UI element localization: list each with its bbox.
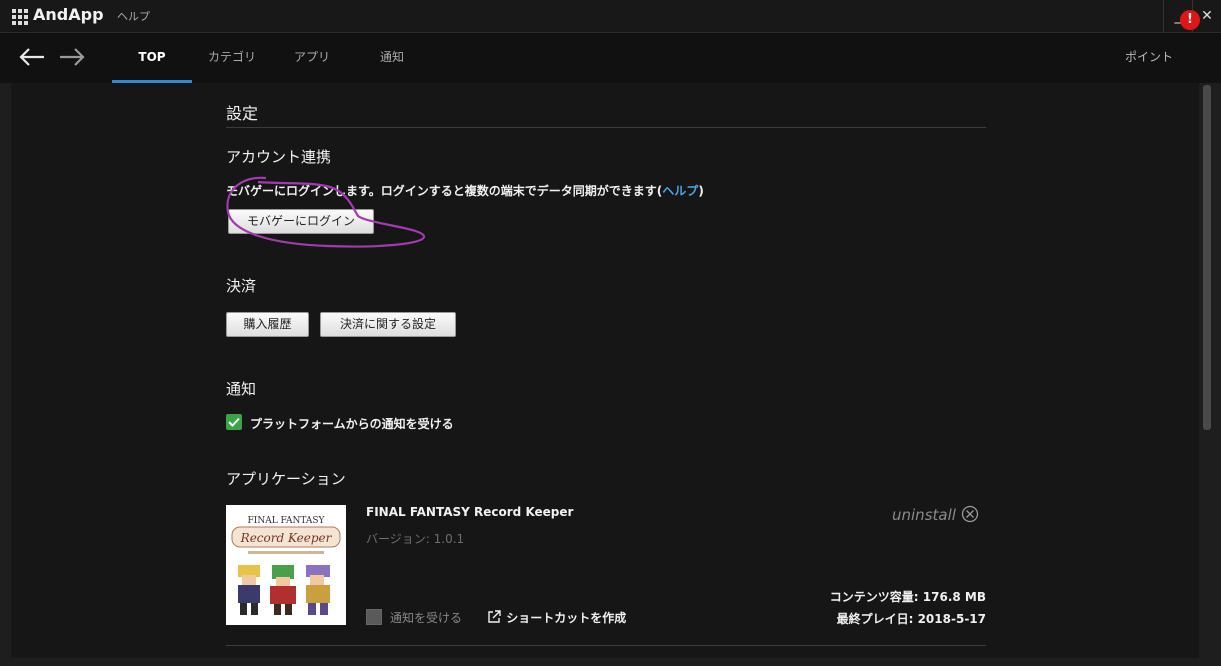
- content-size: コンテンツ容量: 176.8 MB: [829, 590, 986, 604]
- back-arrow-icon[interactable]: [17, 45, 47, 69]
- points-label[interactable]: ポイント: [1125, 48, 1173, 65]
- divider: [226, 127, 986, 128]
- divider: [226, 645, 986, 646]
- app-grid-icon: [12, 9, 28, 25]
- applications-heading: アプリケーション: [226, 470, 346, 488]
- scrollbar-thumb[interactable]: [1203, 85, 1211, 430]
- last-played-date: 最終プレイ日: 2018-5-17: [836, 612, 986, 626]
- circle-x-icon: [961, 505, 978, 523]
- checkmark-icon: [228, 417, 240, 427]
- account-description: モバゲーにログインします。ログインすると複数の端末でデータ同期ができます(ヘルプ…: [226, 184, 704, 198]
- title-bar: AndApp ヘルプ _ ✕: [0, 0, 1221, 33]
- create-shortcut-link[interactable]: ショートカットを作成: [487, 609, 626, 626]
- tab-apps[interactable]: アプリ: [272, 33, 352, 83]
- scrollbar[interactable]: [1199, 83, 1221, 658]
- external-link-icon: [488, 610, 501, 623]
- app-title: FINAL FANTASY Record Keeper: [366, 505, 574, 519]
- app-notification-label: 通知を受ける: [390, 611, 463, 625]
- tab-notifications[interactable]: 通知: [352, 33, 432, 83]
- forward-arrow-icon[interactable]: [57, 45, 87, 69]
- settings-panel: [11, 83, 1199, 658]
- app-thumbnail: FINAL FANTASY Record Keeper: [226, 505, 346, 625]
- account-heading: アカウント連携: [226, 148, 332, 166]
- game-logo-image: FINAL FANTASY Record Keeper: [226, 505, 346, 625]
- notification-heading: 通知: [226, 380, 257, 398]
- tab-category[interactable]: カテゴリ: [192, 33, 272, 83]
- tab-top[interactable]: TOP: [112, 33, 192, 83]
- payment-heading: 決済: [226, 277, 257, 295]
- purchase-history-button[interactable]: 購入履歴: [226, 312, 309, 337]
- platform-notification-label: プラットフォームからの通知を受ける: [250, 417, 454, 431]
- alert-badge-icon[interactable]: !: [1180, 10, 1200, 30]
- svg-text:Record Keeper: Record Keeper: [240, 531, 333, 545]
- help-menu[interactable]: ヘルプ: [117, 8, 150, 24]
- app-name: AndApp: [33, 5, 104, 24]
- nav-bar: TOP カテゴリ アプリ 通知 ポイント: [0, 33, 1221, 83]
- uninstall-button[interactable]: uninstall: [892, 505, 979, 524]
- payment-settings-button[interactable]: 決済に関する設定: [320, 312, 456, 337]
- svg-text:FINAL FANTASY: FINAL FANTASY: [248, 516, 326, 526]
- mobage-login-button[interactable]: モバゲーにログイン: [228, 209, 374, 234]
- app-version: バージョン: 1.0.1: [366, 532, 465, 546]
- help-link[interactable]: ヘルプ: [662, 184, 698, 198]
- platform-notification-checkbox[interactable]: [226, 414, 242, 430]
- page-title: 設定: [226, 104, 259, 123]
- app-notification-checkbox[interactable]: [366, 609, 382, 625]
